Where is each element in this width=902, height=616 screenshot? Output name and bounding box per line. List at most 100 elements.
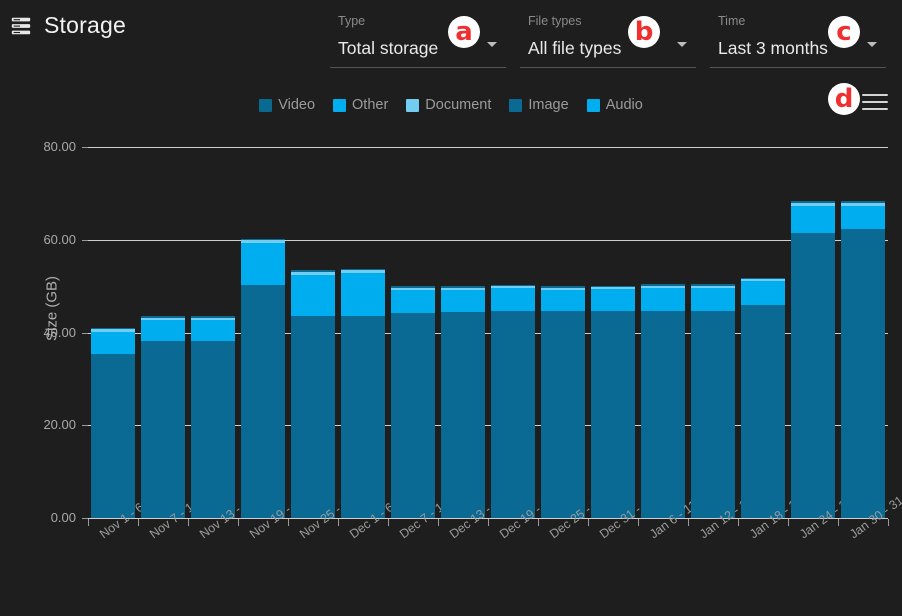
bar-segment-document [591,287,635,290]
bar-segment-document [691,285,735,288]
bar-segment-image [341,316,385,518]
bar-segment-other [741,281,785,305]
bar-segment-image [291,316,335,518]
x-tick-mark [888,519,889,526]
bar-segment-video [691,284,735,286]
x-tick-mark [88,519,89,526]
bar-1[interactable] [141,316,185,518]
bar-segment-document [141,317,185,320]
x-tick-mark [438,519,439,526]
bar-segment-video [341,268,385,271]
bar-segment-image [141,340,185,518]
bar-9[interactable] [541,286,585,518]
bar-segment-image [791,232,835,518]
x-tick-mark [638,519,639,526]
bar-segment-document [391,287,435,290]
x-tick-mark [238,519,239,526]
bar-2[interactable] [191,316,235,518]
bar-segment-image [391,313,435,518]
bar-10[interactable] [591,285,635,518]
x-tick-mark [838,519,839,526]
bar-segment-document [491,286,535,289]
bar-segment-document [341,270,385,274]
bar-segment-video [841,201,885,203]
x-tick-mark [488,519,489,526]
y-tick-mark [82,332,88,334]
bar-segment-document [641,285,685,288]
bar-segment-video [291,270,335,272]
bar-segment-video [391,286,435,288]
bar-13[interactable] [741,277,785,518]
bar-segment-other [641,287,685,312]
x-tick-mark [338,519,339,526]
x-tick-mark [188,519,189,526]
bar-3[interactable] [241,238,285,518]
y-tick-label: 20.00 [43,417,76,433]
y-tick-mark [82,239,88,241]
bar-segment-other [691,287,735,312]
bar-segment-image [91,354,135,518]
bar-segment-video [491,284,535,287]
y-axis-label: Size (GB) [43,276,61,342]
bar-segment-document [541,287,585,290]
bar-segment-other [541,289,585,312]
x-tick-mark [388,519,389,526]
annotation-badge-a: a [448,16,480,48]
bar-segment-video [91,327,135,330]
bar-8[interactable] [491,284,535,518]
bar-segment-image [741,304,785,518]
y-tick-label: 0.00 [50,510,76,525]
bar-5[interactable] [341,268,385,518]
y-tick-label: 80.00 [43,139,76,154]
bar-7[interactable] [441,286,485,518]
bar-segment-video [441,286,485,288]
y-tick-mark [82,147,88,148]
bar-6[interactable] [391,286,435,518]
bar-segment-document [791,202,835,206]
x-tick-mark [138,519,139,526]
storage-dashboard: Storage Type Total storage File types Al… [0,0,902,616]
bar-segment-other [491,288,535,312]
bar-segment-document [191,317,235,320]
bar-0[interactable] [91,327,135,518]
x-tick-mark [288,519,289,526]
bar-segment-document [741,279,785,282]
storage-bar-chart: Size (GB) 0.00 20.00 40.00 60.00 80.00 Nov 1 … [0,0,902,616]
bar-segment-video [141,316,185,318]
bar-segment-other [391,289,435,314]
x-tick-mark [788,519,789,526]
bar-12[interactable] [691,284,735,518]
bar-segment-other [841,205,885,230]
bar-segment-other [91,332,135,355]
y-tick-label: 60.00 [43,231,76,247]
bar-segment-other [341,273,385,317]
bar-segment-video [241,238,285,241]
bar-11[interactable] [641,284,685,518]
bar-15[interactable] [841,201,885,518]
bar-segment-document [241,240,285,243]
bar-segment-image [491,311,535,518]
bar-segment-image [641,311,685,518]
bar-segment-video [641,284,685,286]
bar-segment-image [441,311,485,518]
y-tick-mark [82,425,88,427]
bar-segment-other [141,319,185,341]
bar-segment-document [291,271,335,275]
bar-segment-document [841,202,885,206]
y-tick-label: 40.00 [43,324,76,340]
x-tick-mark [588,519,589,526]
bar-segment-other [441,289,485,312]
gridline [88,239,888,241]
bar-segment-other [241,242,285,285]
bar-segment-image [841,229,885,518]
x-tick-mark [738,519,739,526]
bar-segment-document [91,329,135,333]
bar-segment-video [191,316,235,318]
bar-4[interactable] [291,270,335,518]
bar-segment-other [191,319,235,341]
bar-segment-image [591,311,635,518]
bar-segment-other [791,205,835,233]
x-tick-mark [688,519,689,526]
annotation-badge-c: c [828,16,860,48]
bar-14[interactable] [791,201,835,518]
